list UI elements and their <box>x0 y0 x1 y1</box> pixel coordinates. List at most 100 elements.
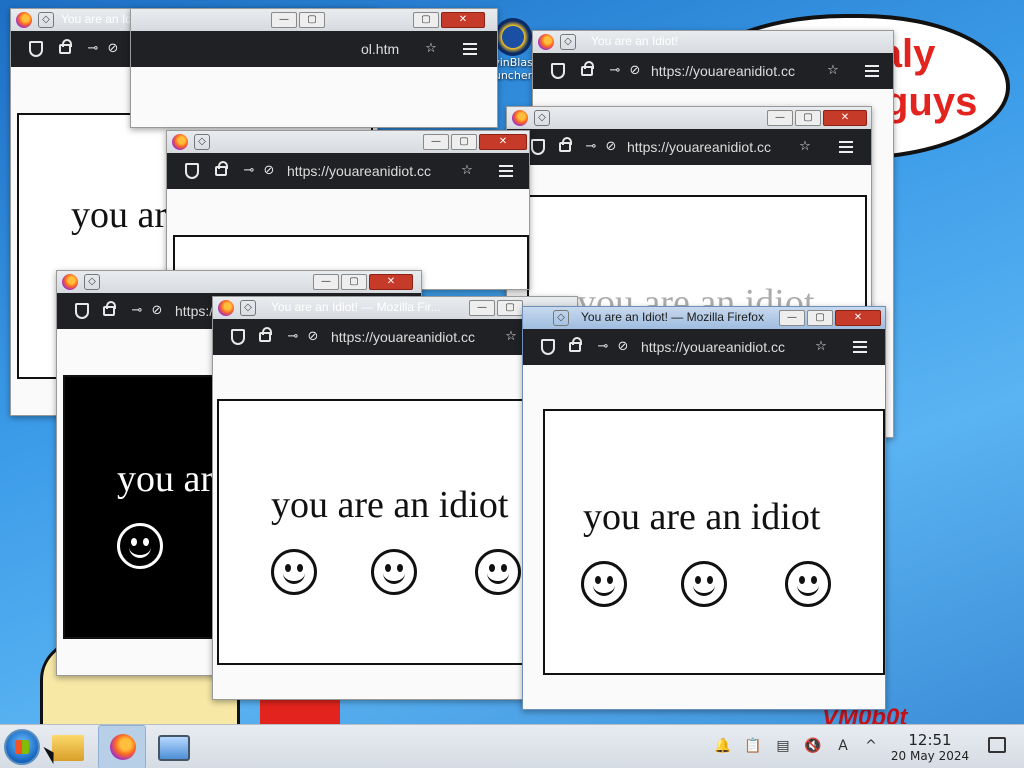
lock-icon[interactable]: l <box>103 301 116 316</box>
url-bar[interactable]: https://youareanidiot.cc <box>627 139 771 155</box>
menu-icon[interactable]: m <box>865 65 879 77</box>
tracking-icon[interactable]: ⊘ <box>261 163 277 179</box>
window-titlebar[interactable]: — ▢ ▢ ✕ <box>131 9 497 31</box>
window-titlebar[interactable]: ◇ You are an Idiot! <box>533 31 893 53</box>
tracking-icon[interactable]: ⊘ <box>305 329 321 345</box>
page-frame: you are an idiot <box>543 409 885 675</box>
window-title: You are an Idiot! — Mozilla Firefox <box>581 310 764 324</box>
url-bar[interactable]: https://youareanidiot.cc <box>287 163 431 179</box>
minimize-button[interactable]: — <box>469 300 495 316</box>
maximize-button[interactable]: ▢ <box>299 12 325 28</box>
clock[interactable]: 12:51 20 May 2024 <box>886 732 974 764</box>
start-button[interactable] <box>4 729 40 765</box>
star-icon[interactable]: ☆ <box>797 139 813 155</box>
window-titlebar[interactable]: ◇ — ▢ ✕ <box>507 107 871 129</box>
firefox-icon <box>16 12 32 28</box>
url-bar[interactable]: ol.htm <box>361 41 399 57</box>
maximize-button[interactable]: ▢ <box>497 300 523 316</box>
minimize-button[interactable]: — <box>423 134 449 150</box>
tracking-icon[interactable]: ⊘ <box>615 339 631 355</box>
smiley-icon <box>271 549 317 595</box>
menu-icon[interactable]: m <box>463 43 477 55</box>
lock-icon[interactable]: l <box>59 39 72 54</box>
maximize-button[interactable]: ▢ <box>341 274 367 290</box>
menu-icon[interactable]: m <box>499 165 513 177</box>
permissions-icon[interactable]: ⊸ <box>85 41 101 57</box>
smiley-icon <box>785 561 831 607</box>
minimize-button[interactable]: — <box>779 310 805 326</box>
maximize-button[interactable]: ▢ <box>807 310 833 326</box>
lock-icon[interactable]: l <box>569 337 582 352</box>
minimize-button[interactable]: — <box>271 12 297 28</box>
lock-icon[interactable]: l <box>215 161 228 176</box>
shield-icon[interactable]: s <box>185 163 199 179</box>
url-bar[interactable]: https://youareanidiot.cc <box>641 339 785 355</box>
permissions-icon[interactable]: ⊸ <box>595 339 611 355</box>
volume-muted-icon[interactable]: 🔇 <box>804 737 822 755</box>
maximize-button[interactable]: ▢ <box>413 12 439 28</box>
browser-window-active[interactable]: ◇ You are an Idiot! — Mozilla Firefox — … <box>522 306 886 710</box>
url-bar[interactable]: https://youareanidiot.cc <box>651 63 795 79</box>
lock-icon[interactable]: l <box>259 327 272 342</box>
show-desktop-button[interactable] <box>988 737 1006 753</box>
shield-icon[interactable]: s <box>29 41 43 57</box>
lock-icon[interactable]: l <box>559 137 572 152</box>
minimize-button[interactable]: — <box>767 110 793 126</box>
window-titlebar[interactable]: ◇ — ▢ ✕ <box>167 131 529 153</box>
permissions-icon[interactable]: ⊸ <box>241 163 257 179</box>
menu-icon[interactable]: m <box>853 341 867 353</box>
minimize-button[interactable]: — <box>313 274 339 290</box>
pin-icon[interactable]: ◇ <box>84 274 100 290</box>
close-button[interactable]: ✕ <box>369 274 413 290</box>
toolbar: s l ⊸ ⊘ https://youareanidiot.cc ☆ m <box>167 153 529 189</box>
keyboard-layout-icon[interactable]: A <box>834 737 852 755</box>
star-icon[interactable]: ☆ <box>825 63 841 79</box>
star-icon[interactable]: ☆ <box>423 41 439 57</box>
close-button[interactable]: ✕ <box>835 310 881 326</box>
shield-icon[interactable]: s <box>231 329 245 345</box>
tracking-icon[interactable]: ⊘ <box>603 139 619 155</box>
pin-icon[interactable]: ◇ <box>194 134 210 150</box>
star-icon[interactable]: ☆ <box>459 163 475 179</box>
window-titlebar[interactable]: ◇ You are an Idiot! — Mozilla Firefox — … <box>523 307 885 329</box>
chevron-up-icon[interactable]: ^ <box>862 737 880 755</box>
shield-icon[interactable]: s <box>541 339 555 355</box>
browser-window[interactable]: — ▢ ▢ ✕ ol.htm ☆ m <box>130 8 498 128</box>
start-logo-icon <box>15 740 29 754</box>
clipboard-icon[interactable]: 📋 <box>744 737 762 755</box>
permissions-icon[interactable]: ⊸ <box>129 303 145 319</box>
network-taskbar-button[interactable] <box>158 735 190 761</box>
shield-icon[interactable]: s <box>531 139 545 155</box>
tracking-icon[interactable]: ⊘ <box>105 41 121 57</box>
pin-icon[interactable]: ◇ <box>240 300 256 316</box>
notifications-icon[interactable]: 🔔 <box>714 737 732 755</box>
close-button[interactable]: ✕ <box>479 134 527 150</box>
permissions-icon[interactable]: ⊸ <box>607 63 623 79</box>
pin-icon[interactable]: ◇ <box>38 12 54 28</box>
pin-icon[interactable]: ◇ <box>560 34 576 50</box>
window-titlebar[interactable]: ◇ — ▢ ✕ <box>57 271 421 293</box>
permissions-icon[interactable]: ⊸ <box>285 329 301 345</box>
close-button[interactable]: ✕ <box>823 110 867 126</box>
maximize-button[interactable]: ▢ <box>795 110 821 126</box>
tracking-icon[interactable]: ⊘ <box>149 303 165 319</box>
pin-icon[interactable]: ◇ <box>553 310 569 326</box>
lock-icon[interactable]: l <box>581 61 594 76</box>
maximize-button[interactable]: ▢ <box>451 134 477 150</box>
pin-icon[interactable]: ◇ <box>534 110 550 126</box>
smiley-icon <box>117 523 163 569</box>
url-bar[interactable]: https://youareanidiot.cc <box>331 329 475 345</box>
browser-window[interactable]: ◇ — ▢ ✕ s l ⊸ ⊘ https://youareanidiot.cc… <box>166 130 530 290</box>
smiley-icon <box>681 561 727 607</box>
shield-icon[interactable]: s <box>75 303 89 319</box>
firefox-taskbar-button[interactable] <box>98 725 146 768</box>
storage-icon[interactable]: ▤ <box>774 737 792 755</box>
tracking-icon[interactable]: ⊘ <box>627 63 643 79</box>
menu-icon[interactable]: m <box>839 141 853 153</box>
shield-icon[interactable]: s <box>551 63 565 79</box>
star-icon[interactable]: ☆ <box>503 329 519 345</box>
close-button[interactable]: ✕ <box>441 12 485 28</box>
permissions-icon[interactable]: ⊸ <box>583 139 599 155</box>
desktop: this is totaly guys vinBlas uncher VM0b0… <box>0 0 1024 724</box>
star-icon[interactable]: ☆ <box>813 339 829 355</box>
